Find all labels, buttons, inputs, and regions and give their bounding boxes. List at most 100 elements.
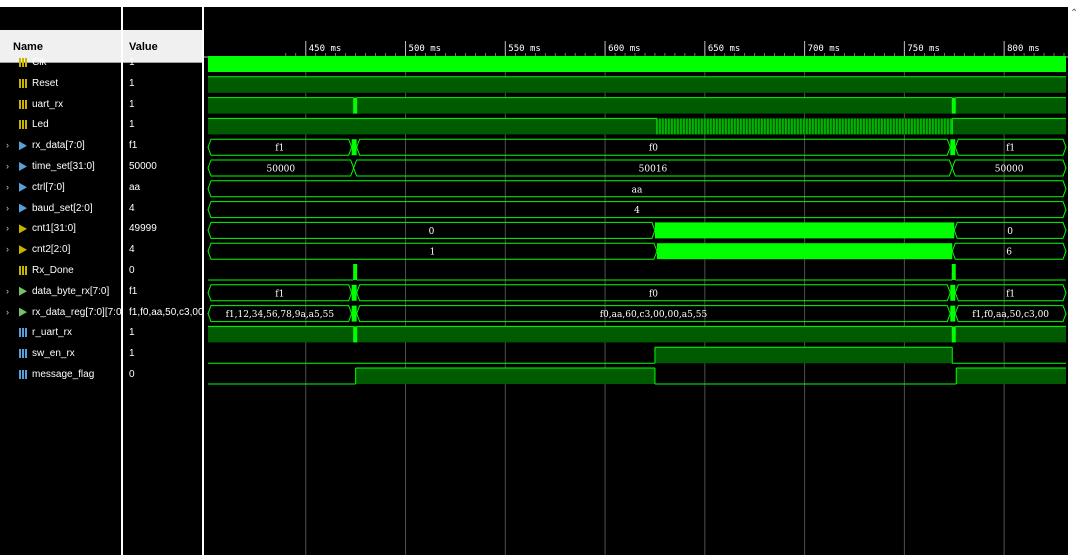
expand-chevron-icon[interactable]: › — [6, 244, 9, 254]
bus-value-label: f1 — [1006, 289, 1015, 299]
bus-value-label: 0 — [429, 227, 435, 237]
waveform-canvas[interactable]: 450 ms 500 ms 550 ms 600 ms 650 ms 700 ms 750 … — [204, 7, 1068, 555]
signal-row-time-set-31-0[interactable]: › time_set[31:0] — [0, 158, 121, 178]
signal-row-baud-set-2-0[interactable]: › baud_set[2:0] — [0, 200, 121, 220]
signal-name-panel[interactable]: Name Clk Reset uart_rx Led › rx_data[7:0] › tim… — [0, 7, 121, 555]
signal-row-data-byte-rx-7-0[interactable]: › data_byte_rx[7:0] — [0, 283, 121, 303]
signal-row-message-flag[interactable]: message_flag — [0, 366, 121, 386]
bit-high-fill — [952, 118, 1066, 135]
bus-value-label: f1 — [1006, 144, 1015, 154]
ruler-tick-label: 550 ms — [508, 44, 541, 54]
expand-chevron-icon[interactable]: › — [6, 307, 9, 317]
signal-value-text: 50000 — [129, 161, 157, 172]
signal-row-cnt2-2-0[interactable]: › cnt2[2:0] — [0, 241, 121, 261]
signal-value-text: 1 — [129, 98, 135, 110]
signal-row-ctrl-7-0[interactable]: › ctrl[7:0] — [0, 179, 121, 199]
bus-value-label: f1 — [275, 289, 284, 299]
signal-value-row[interactable]: 4 — [129, 200, 204, 220]
bus-value-label: f0 — [649, 289, 658, 299]
signal-row-rx-done[interactable]: Rx_Done — [0, 262, 121, 282]
bit-high-fill — [208, 76, 1066, 93]
signal-name-label: cnt2[2:0] — [32, 244, 71, 256]
ruler-tick-label: 700 ms — [808, 44, 841, 54]
signal-value-row[interactable]: 1 — [129, 96, 204, 116]
bus-value-label: 50000 — [267, 165, 296, 175]
signal-name-label: Clk — [32, 57, 47, 68]
expand-chevron-icon[interactable]: › — [6, 223, 9, 233]
waveform-panel[interactable]: 450 ms 500 ms 550 ms 600 ms 650 ms 700 ms 750 … — [204, 7, 1068, 555]
signal-value-text: 1 — [129, 327, 135, 339]
bus-busy-fill — [950, 284, 956, 301]
scroll-up-arrow-icon[interactable]: ⌃ — [1070, 8, 1078, 19]
signal-row-uart-rx[interactable]: uart_rx — [0, 96, 121, 116]
bus-value-label: f1,12,34,56,78,9a,a5,55 — [226, 310, 335, 320]
signal-name-label: baud_set[2:0] — [32, 202, 93, 214]
signal-value-text: 49999 — [129, 223, 157, 235]
signal-value-text: aa — [129, 181, 141, 193]
bus-busy-fill — [950, 139, 956, 156]
signal-value-text: 1 — [129, 119, 135, 131]
bus-value-label: aa — [632, 185, 643, 195]
signal-row-rx-data-reg-7-0-7-0[interactable]: › rx_data_reg[7:0][7:0] — [0, 304, 121, 324]
expand-chevron-icon[interactable]: › — [6, 203, 9, 213]
bit-icon-blue — [19, 328, 27, 338]
signal-value-text: 4 — [129, 244, 135, 256]
signal-row-cnt1-31-0[interactable]: › cnt1[31:0] — [0, 220, 121, 240]
signal-name-label: Led — [32, 119, 49, 131]
expand-chevron-icon[interactable]: › — [6, 140, 9, 150]
bit-high-fill — [956, 368, 1066, 384]
signal-name-label: sw_en_rx — [32, 348, 75, 360]
bus-icon — [19, 182, 27, 192]
signal-value-row[interactable]: aa — [129, 179, 204, 199]
bit-icon — [19, 120, 27, 130]
signal-value-row[interactable]: 0 — [129, 366, 204, 386]
signal-value-row[interactable]: 1 — [129, 116, 204, 136]
expand-chevron-icon[interactable]: › — [6, 286, 9, 296]
signal-name-label: data_byte_rx[7:0] — [32, 285, 110, 297]
bus-value-label: 1 — [430, 248, 436, 258]
signal-value-row[interactable]: f1,f0,aa,50,c3,00 — [129, 304, 204, 324]
signal-row-reset[interactable]: Reset — [0, 75, 121, 95]
bus-busy-fill — [950, 305, 956, 322]
bus-value-label: 6 — [1006, 248, 1012, 258]
ruler-tick-label: 600 ms — [608, 44, 641, 54]
clock-wave-fill — [208, 56, 1066, 72]
bit-icon-blue — [19, 349, 27, 359]
signal-value-row[interactable]: 1 — [129, 75, 204, 95]
signal-value-text: 1 — [129, 57, 135, 68]
bus-busy-fill — [656, 243, 953, 260]
signal-value-row[interactable]: 1 — [129, 345, 204, 365]
signal-value-row[interactable]: f1 — [129, 283, 204, 303]
bus-value-label: 50016 — [639, 165, 668, 175]
signal-row-r-uart-rx[interactable]: r_uart_rx — [0, 324, 121, 344]
vertical-scrollbar[interactable] — [1068, 0, 1080, 555]
expand-chevron-icon[interactable]: › — [6, 182, 9, 192]
signal-value-row[interactable]: f1 — [129, 137, 204, 157]
signal-value-row[interactable]: 49999 — [129, 220, 204, 240]
signal-value-row[interactable]: 4 — [129, 241, 204, 261]
bit-high-fill — [208, 97, 354, 114]
bus-busy-fill — [351, 139, 357, 156]
bit-high-fill — [355, 368, 655, 384]
signal-value-row[interactable]: 1 — [129, 324, 204, 344]
signal-row-led[interactable]: Led — [0, 116, 121, 136]
signal-name-label: message_flag — [32, 369, 95, 380]
signal-row-sw-en-rx[interactable]: sw_en_rx — [0, 345, 121, 365]
expand-chevron-icon[interactable]: › — [6, 161, 9, 171]
value-panel-toolbar-strip — [123, 7, 202, 30]
ruler-tick-label: 750 ms — [907, 44, 940, 54]
signal-value-text: 1 — [129, 348, 135, 360]
signal-name-label: cnt1[31:0] — [32, 223, 76, 235]
bit-icon — [19, 78, 27, 88]
signal-value-panel[interactable]: Value 1 1 1 1 f1 50000 aa 4 49999 4 0 f1 f1,f0,aa,50… — [123, 7, 204, 555]
signal-value-row[interactable]: 0 — [129, 262, 204, 282]
bus-busy-fill — [351, 284, 357, 301]
signal-value-row[interactable]: 1 — [129, 54, 204, 74]
signal-row-clk[interactable]: Clk — [0, 54, 121, 74]
signal-value-row[interactable]: 50000 — [129, 158, 204, 178]
bus-value-label: 4 — [634, 206, 640, 216]
signal-row-rx-data-7-0[interactable]: › rx_data[7:0] — [0, 137, 121, 157]
bus-icon-green — [19, 286, 27, 296]
bus-busy-fill — [351, 305, 357, 322]
signal-value-text: f1 — [129, 140, 138, 152]
